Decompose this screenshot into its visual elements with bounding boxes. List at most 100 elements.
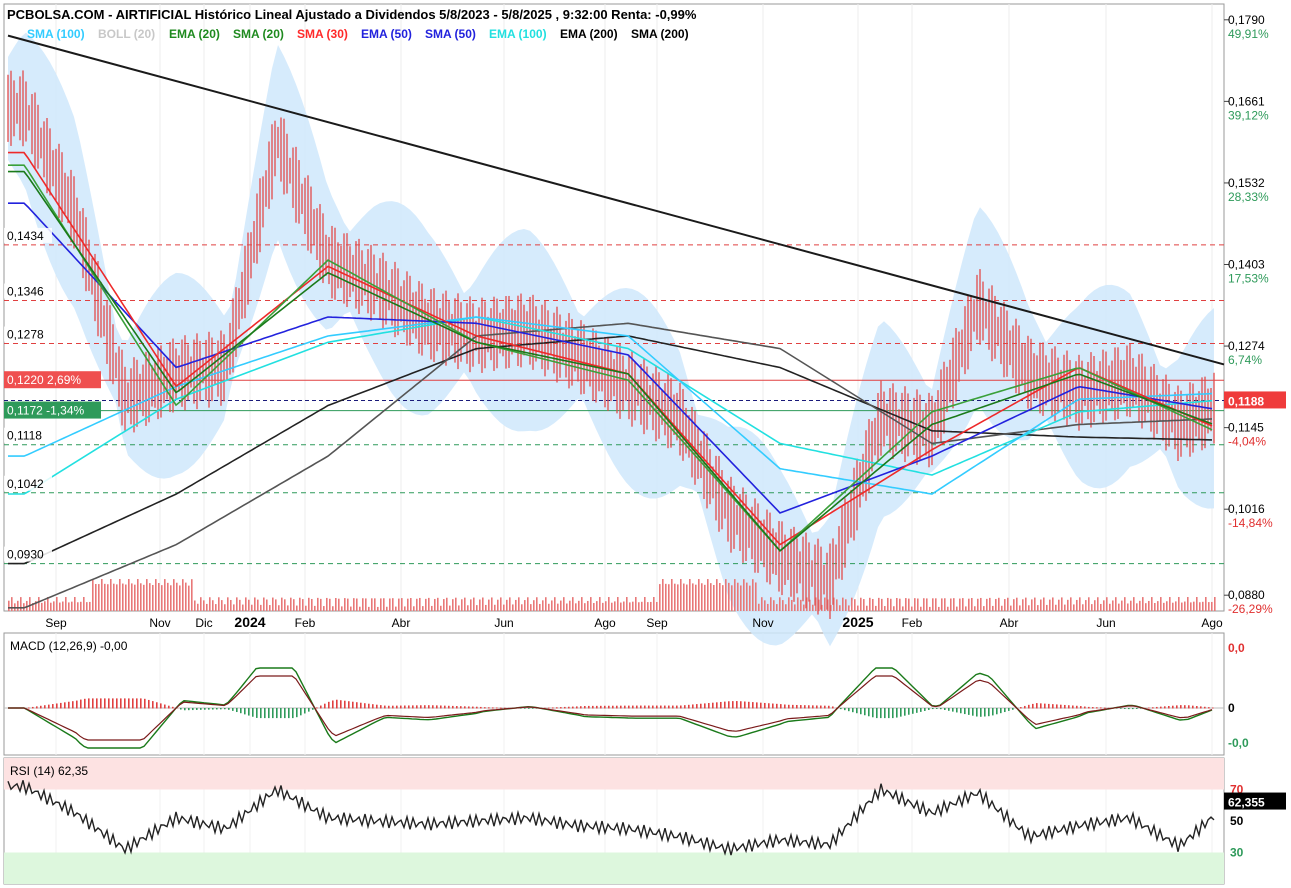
level-label: 0,1434 <box>7 229 44 243</box>
macd-histogram-bar <box>80 699 82 709</box>
volume-bar <box>377 606 379 611</box>
volume-bar <box>422 606 424 611</box>
macd-histogram-bar <box>600 705 602 709</box>
volume-bar <box>851 597 853 611</box>
stock-chart: Sep Nov Dic 2024 Feb Abr Jun Ago Sep Nov 2025 Feb Ab… <box>3 3 1286 885</box>
volume-bar <box>905 598 907 611</box>
volume-bar <box>950 598 952 611</box>
x-tick-label: Dic <box>195 616 212 630</box>
volume-bar <box>986 598 988 611</box>
macd-histogram-bar <box>620 705 622 709</box>
volume-bar <box>332 606 334 611</box>
volume-bar <box>1139 600 1141 611</box>
volume-bar <box>185 582 187 611</box>
x-tick-label: Nov <box>752 616 773 630</box>
macd-histogram-bar <box>116 698 118 709</box>
volume-bar <box>380 598 382 611</box>
volume-bar <box>1175 601 1177 611</box>
y-tick-pct: 39,12% <box>1228 108 1269 122</box>
legend-item: EMA (50) <box>361 27 412 41</box>
macd-histogram-bar <box>136 698 138 709</box>
volume-bar <box>1151 597 1153 611</box>
macd-histogram-bar <box>432 705 434 709</box>
volume-bar <box>698 579 700 611</box>
macd-tick-label: -0,0 <box>1228 736 1249 750</box>
macd-histogram-bar <box>992 708 994 716</box>
macd-histogram-bar <box>668 705 670 709</box>
macd-histogram-bar <box>380 705 382 709</box>
volume-bar <box>755 582 757 611</box>
volume-bar <box>758 603 760 611</box>
volume-bar <box>866 605 868 611</box>
volume-bar <box>1040 599 1042 611</box>
macd-histogram-bar <box>636 705 638 709</box>
volume-bar <box>977 598 979 611</box>
macd-histogram-bar <box>632 705 634 709</box>
macd-histogram-bar <box>592 705 594 709</box>
volume-bar <box>8 600 10 611</box>
volume-bar <box>410 598 412 611</box>
volume-bar <box>1049 599 1051 611</box>
volume-bar <box>506 599 508 611</box>
macd-histogram-bar <box>152 701 154 709</box>
volume-bar <box>470 599 472 611</box>
volume-bar <box>542 600 544 611</box>
macd-histogram-bar <box>660 705 662 709</box>
volume-bar <box>659 584 661 611</box>
macd-histogram-bar <box>260 708 262 719</box>
volume-bar <box>95 583 97 611</box>
macd-histogram-bar <box>336 699 338 709</box>
volume-bar <box>785 604 787 611</box>
volume-bar <box>44 601 46 611</box>
volume-bar <box>812 604 814 611</box>
volume-bar <box>1169 597 1171 611</box>
volume-bar <box>116 584 118 611</box>
macd-histogram-bar <box>460 706 462 709</box>
rsi-oversold-zone <box>4 852 1224 884</box>
volume-bar <box>575 603 577 611</box>
volume-bar <box>290 597 292 611</box>
volume-bar <box>257 599 259 611</box>
y-tick-label: 0,1145 <box>1228 421 1264 435</box>
y-tick-label: 0,1274 <box>1228 339 1265 353</box>
macd-histogram-bar <box>1120 708 1122 709</box>
macd-histogram-bar <box>1204 706 1206 709</box>
volume-bar <box>878 597 880 611</box>
macd-histogram-bar <box>32 706 34 709</box>
last-price-label: 0,1188 <box>1228 394 1264 408</box>
macd-histogram-bar <box>856 708 858 714</box>
macd-tick-label: 0 <box>1228 701 1235 715</box>
volume-bar <box>572 597 574 611</box>
macd-histogram-bar <box>348 701 350 709</box>
volume-bar <box>617 597 619 611</box>
macd-histogram-bar <box>404 705 406 709</box>
y-tick-pct: 17,53% <box>1228 272 1269 286</box>
x-tick-label: Sep <box>646 616 668 630</box>
volume-bar <box>218 597 220 611</box>
volume-bar <box>1136 603 1138 611</box>
volume-bar <box>1010 605 1012 611</box>
macd-histogram-bar <box>144 698 146 709</box>
volume-bar <box>884 606 886 611</box>
legend-item: SMA (30) <box>297 27 348 41</box>
volume-bar <box>425 598 427 611</box>
volume-bar <box>1103 600 1105 611</box>
volume-bar <box>386 606 388 611</box>
volume-bar <box>401 598 403 611</box>
macd-histogram-bar <box>1188 705 1190 709</box>
macd-histogram-bar <box>952 708 954 712</box>
volume-bar <box>983 606 985 611</box>
y-tick-pct: -4,04% <box>1228 435 1266 449</box>
volume-bar <box>1142 597 1144 611</box>
volume-bar <box>788 597 790 611</box>
volume-bar <box>413 606 415 611</box>
volume-bar <box>953 598 955 611</box>
macd-histogram-bar <box>1088 706 1090 709</box>
macd-histogram-bar <box>120 698 122 709</box>
volume-bar <box>449 605 451 611</box>
volume-bar <box>314 605 316 611</box>
volume-bar <box>389 598 391 611</box>
volume-bar <box>398 598 400 611</box>
macd-histogram-bar <box>800 705 802 709</box>
volume-bar <box>1073 604 1075 611</box>
